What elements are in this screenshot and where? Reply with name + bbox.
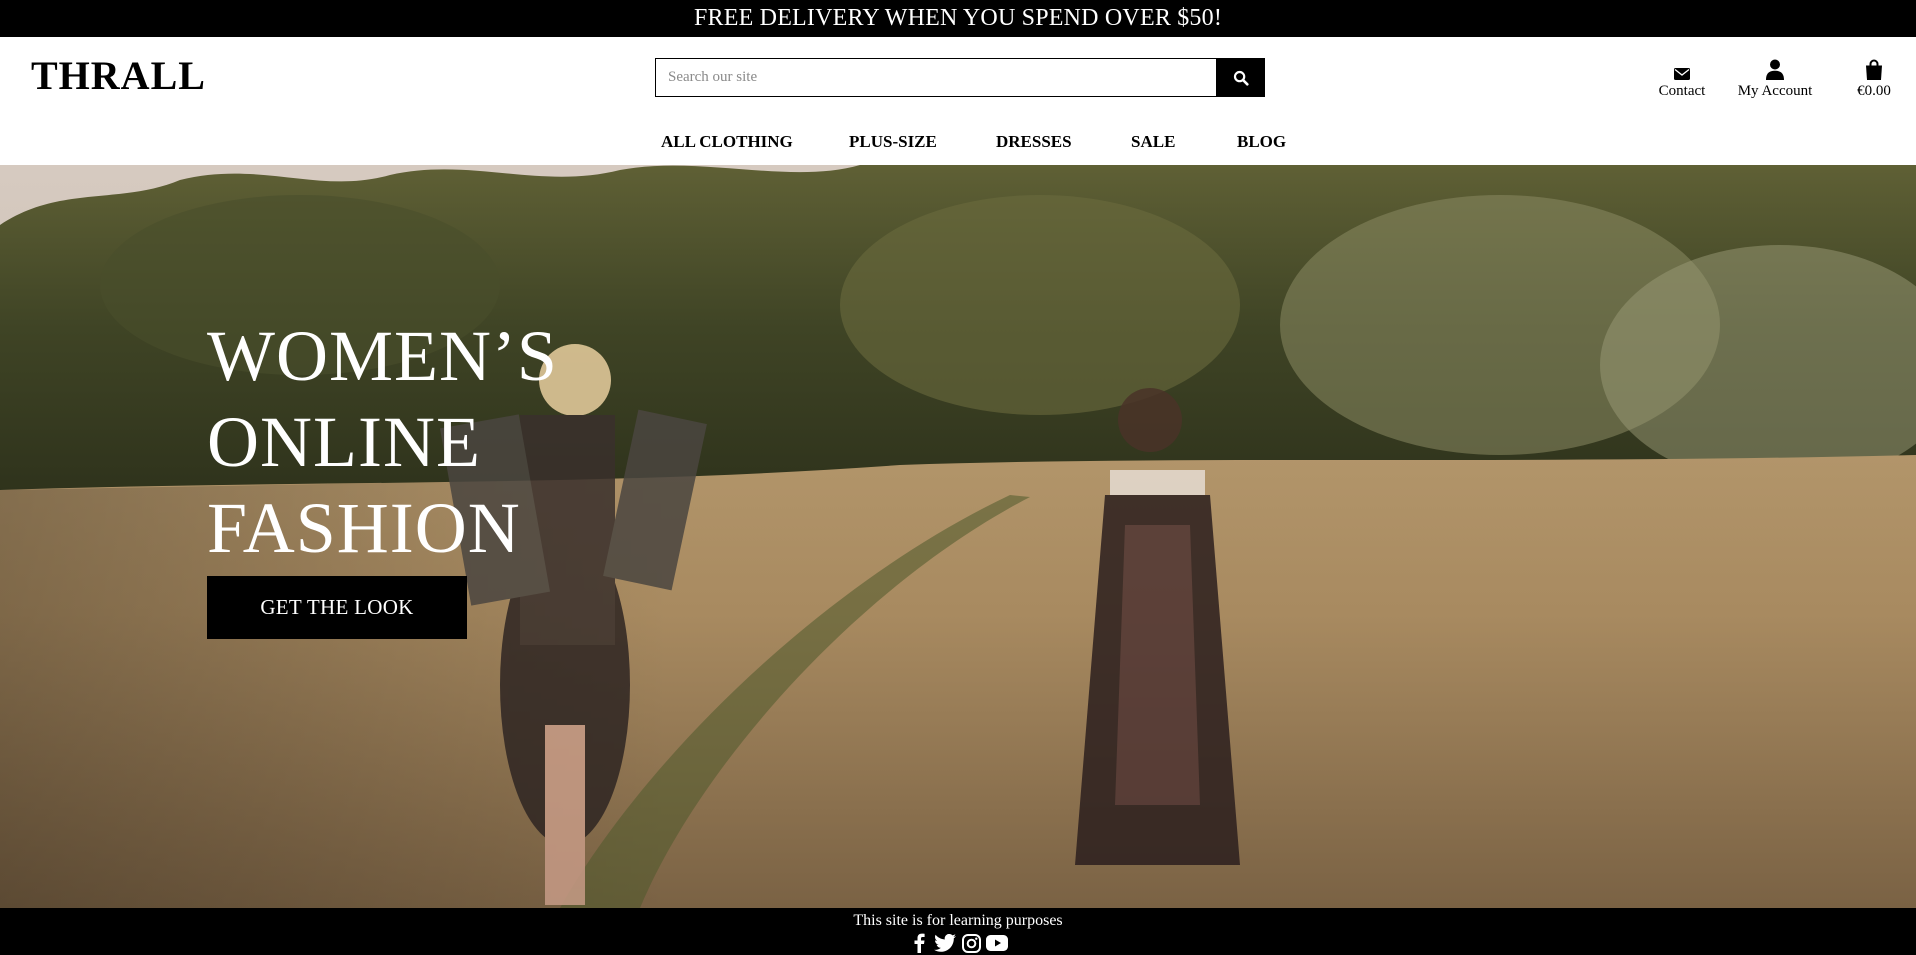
contact-link[interactable]: Contact bbox=[1642, 54, 1722, 100]
youtube-link[interactable] bbox=[986, 932, 1008, 954]
hero-title-line: FASHION bbox=[207, 488, 521, 568]
facebook-link[interactable] bbox=[908, 932, 930, 954]
instagram-link[interactable] bbox=[960, 932, 982, 954]
search-form bbox=[655, 58, 1265, 97]
user-icon bbox=[1766, 59, 1784, 80]
my-account-label: My Account bbox=[1737, 83, 1813, 99]
twitter-icon bbox=[934, 934, 956, 952]
social-links bbox=[0, 932, 1916, 954]
instagram-icon bbox=[961, 933, 981, 953]
search-icon bbox=[1233, 70, 1249, 86]
nav-sale[interactable]: SALE bbox=[1131, 127, 1175, 157]
nav-blog[interactable]: BLOG bbox=[1237, 127, 1286, 157]
get-the-look-button[interactable]: GET THE LOOK bbox=[207, 576, 467, 639]
main-nav: ALL CLOTHING PLUS-SIZE DRESSES SALE BLOG bbox=[0, 127, 1916, 157]
search-button[interactable] bbox=[1216, 58, 1265, 97]
promo-banner: FREE DELIVERY WHEN YOU SPEND OVER $50! bbox=[0, 0, 1916, 37]
cart-link[interactable]: €0.00 bbox=[1852, 54, 1896, 100]
envelope-icon bbox=[1674, 68, 1690, 80]
nav-plus-size[interactable]: PLUS-SIZE bbox=[849, 127, 937, 157]
contact-label: Contact bbox=[1658, 83, 1706, 99]
brand-logo[interactable]: THRALL bbox=[31, 51, 206, 101]
hero-title-line: WOMEN’S bbox=[207, 316, 558, 396]
twitter-link[interactable] bbox=[934, 932, 956, 954]
cart-total: €0.00 bbox=[1857, 83, 1891, 99]
my-account-link[interactable]: My Account bbox=[1725, 54, 1825, 100]
youtube-icon bbox=[986, 935, 1008, 951]
hero-banner: WOMEN’S ONLINE FASHION GET THE LOOK bbox=[0, 165, 1916, 908]
site-footer: This site is for learning purposes bbox=[0, 908, 1916, 955]
nav-dresses[interactable]: DRESSES bbox=[996, 127, 1072, 157]
hero-title: WOMEN’S ONLINE FASHION bbox=[207, 313, 558, 571]
facebook-icon bbox=[914, 933, 925, 953]
nav-all-clothing[interactable]: ALL CLOTHING bbox=[661, 127, 793, 157]
shopping-bag-icon bbox=[1866, 59, 1882, 80]
search-input[interactable] bbox=[655, 58, 1216, 97]
footer-note: This site is for learning purposes bbox=[853, 912, 1063, 929]
site-header: THRALL Contact bbox=[0, 37, 1916, 165]
hero-title-line: ONLINE bbox=[207, 402, 481, 482]
